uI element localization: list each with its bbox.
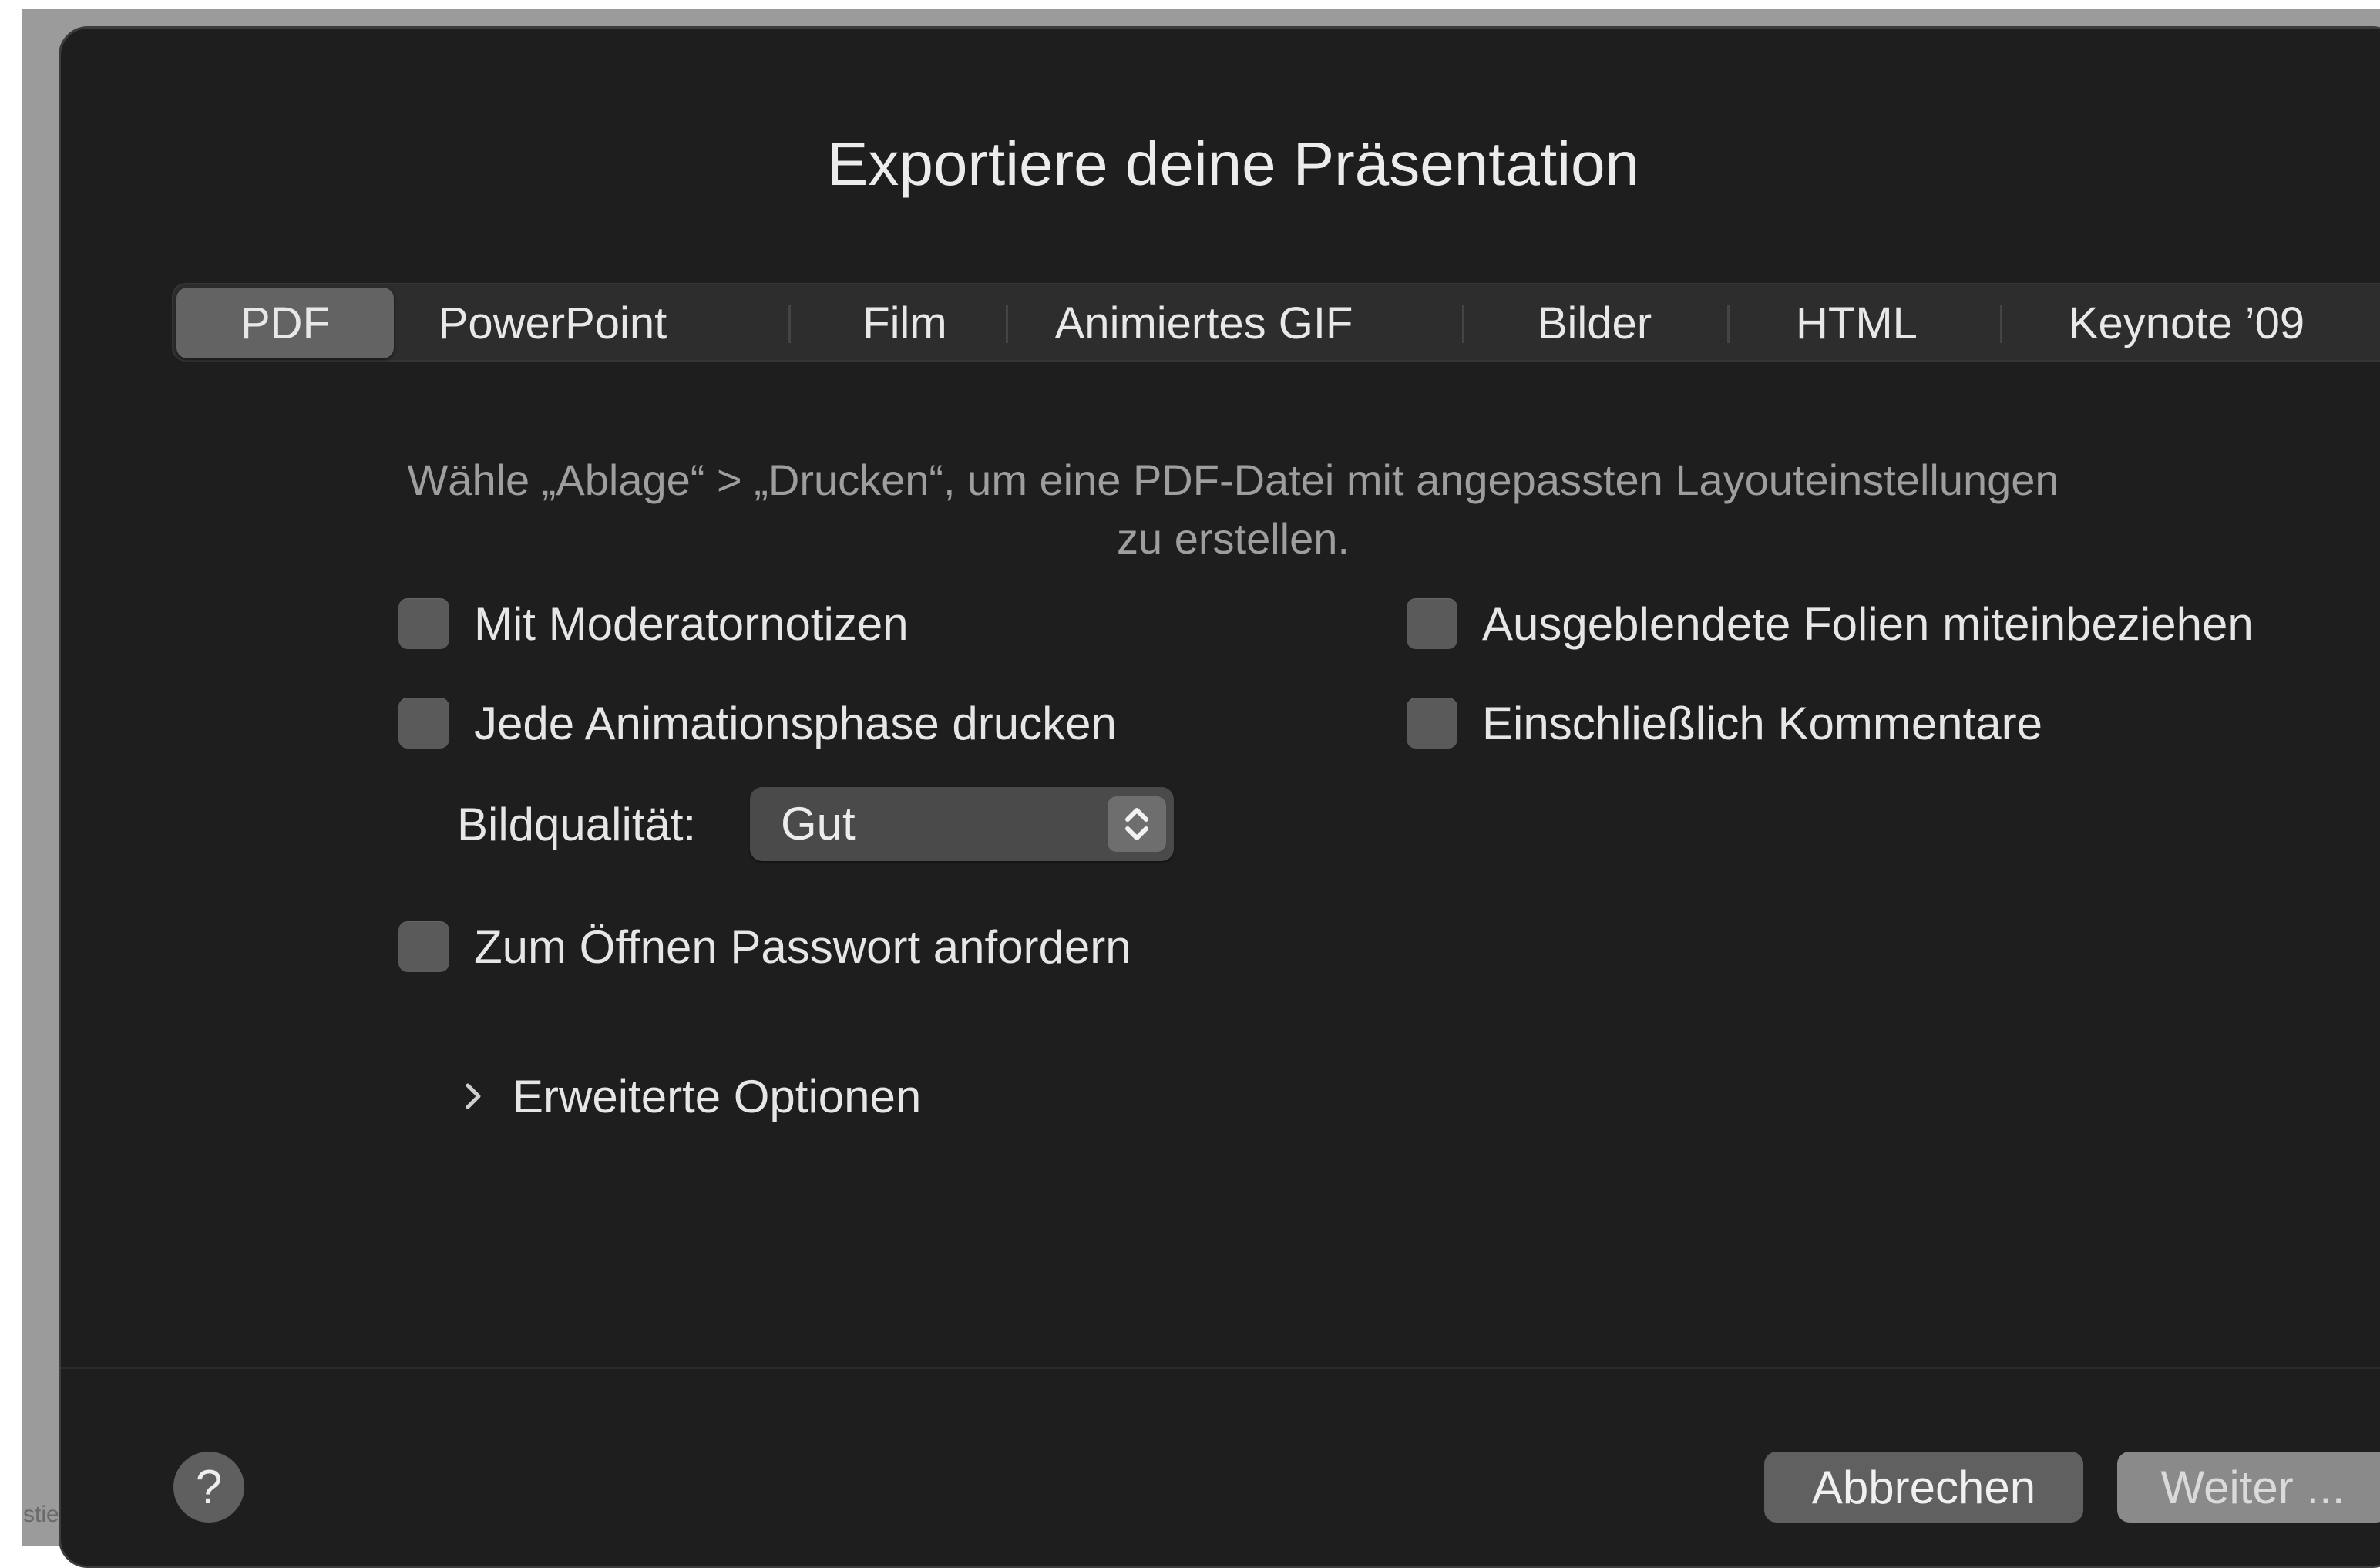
tab-film[interactable]: Film (793, 288, 1017, 358)
next-button[interactable]: Weiter ... (2117, 1452, 2380, 1523)
password-label: Zum Öffnen Passwort anfordern (474, 920, 1131, 973)
option-comments[interactable]: Einschließlich Kommentare (1407, 696, 2042, 750)
tab-separator (1462, 305, 1464, 343)
option-password[interactable]: Zum Öffnen Passwort anfordern (398, 920, 1131, 974)
image-quality-select[interactable]: Gut (750, 787, 1174, 861)
tab-animated-gif[interactable]: Animiertes GIF (1010, 288, 1397, 358)
presenter-notes-label: Mit Moderatornotizen (474, 597, 909, 650)
tab-images[interactable]: Bilder (1467, 288, 1723, 358)
option-animation-phases[interactable]: Jede Animationsphase drucken (398, 696, 1117, 750)
export-format-tabs: PDF PowerPoint Film Animiertes GIF Bilde… (172, 283, 2380, 362)
chevron-up-down-icon (1108, 796, 1166, 852)
tab-separator (788, 305, 791, 343)
animation-phases-label: Jede Animationsphase drucken (474, 697, 1117, 749)
image-quality-value: Gut (781, 798, 856, 850)
tab-pdf[interactable]: PDF (176, 288, 394, 358)
tab-separator (2000, 305, 2002, 343)
hidden-slides-label: Ausgeblendete Folien miteinbeziehen (1482, 597, 2254, 650)
help-button[interactable]: ? (173, 1452, 244, 1523)
image-quality-label: Bildqualität: (457, 799, 697, 850)
password-checkbox[interactable] (398, 921, 449, 972)
presenter-notes-checkbox[interactable] (398, 598, 449, 649)
hidden-slides-checkbox[interactable] (1407, 598, 1457, 649)
advanced-options-label: Erweiterte Optionen (513, 1070, 922, 1122)
tab-separator (1727, 305, 1730, 343)
advanced-options-disclosure[interactable]: Erweiterte Optionen (463, 1069, 921, 1123)
comments-checkbox[interactable] (1407, 698, 1457, 749)
chevron-right-icon (466, 1083, 481, 1109)
comments-label: Einschließlich Kommentare (1482, 697, 2042, 749)
info-line-2: zu erstellen. (1117, 514, 1350, 563)
backdrop-edge-label: stie (23, 1502, 59, 1527)
tab-html[interactable]: HTML (1732, 288, 1982, 358)
option-presenter-notes[interactable]: Mit Moderatornotizen (398, 597, 909, 651)
footer-divider (61, 1367, 2380, 1369)
dialog-title: Exportiere deine Präsentation (827, 130, 1639, 198)
pdf-info-text: Wähle „Ablage“ > „Drucken“, um eine PDF-… (2, 451, 2380, 568)
animation-phases-checkbox[interactable] (398, 698, 449, 749)
cancel-button[interactable]: Abbrechen (1764, 1452, 2083, 1523)
tab-separator (1006, 305, 1008, 343)
option-hidden-slides[interactable]: Ausgeblendete Folien miteinbeziehen (1407, 597, 2254, 651)
tab-powerpoint[interactable]: PowerPoint (397, 288, 708, 358)
info-line-1: Wähle „Ablage“ > „Drucken“, um eine PDF-… (407, 456, 2059, 504)
tab-keynote-09[interactable]: Keynote ’09 (2005, 288, 2368, 358)
export-dialog: Exportiere deine Präsentation PDF PowerP… (59, 26, 2380, 1568)
